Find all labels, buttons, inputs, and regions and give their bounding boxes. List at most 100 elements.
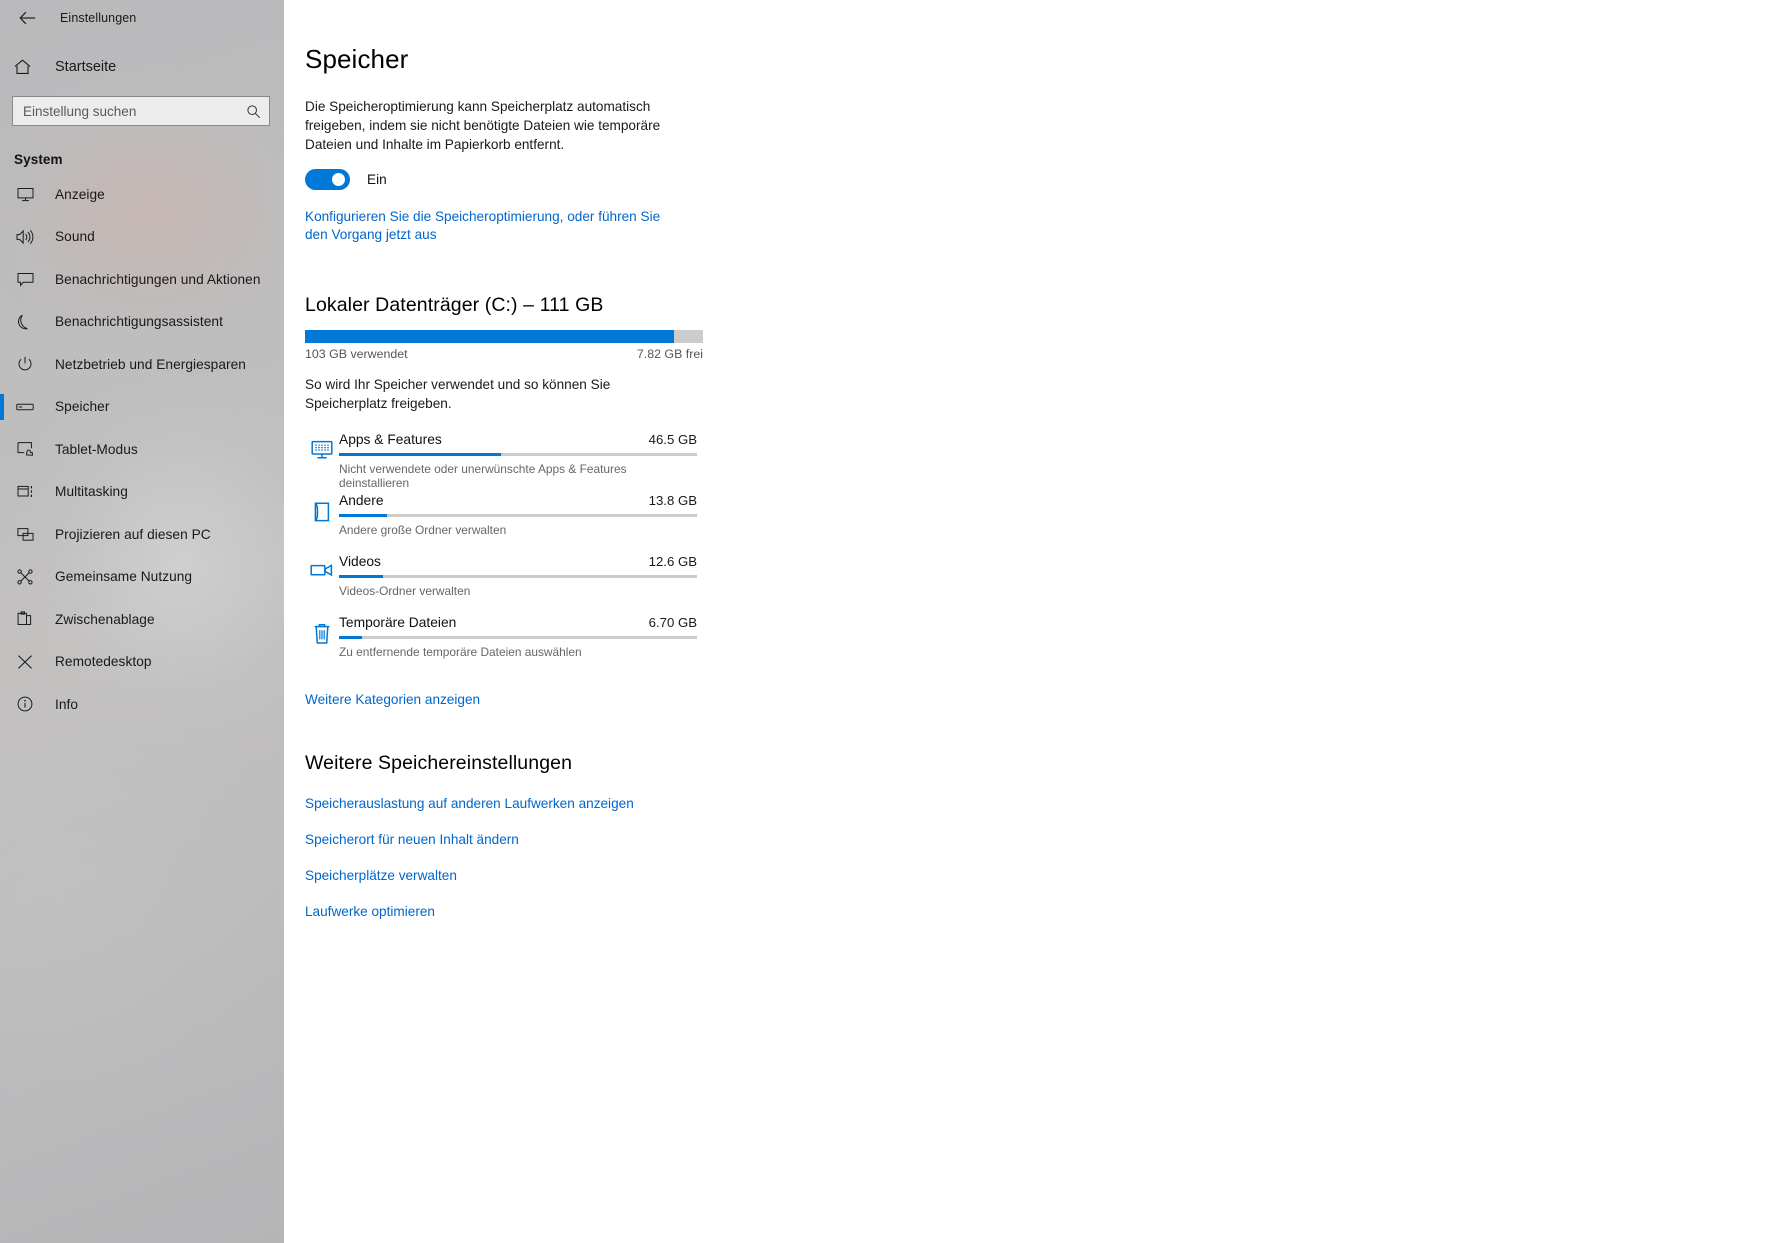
storage-category-row[interactable]: Andere 13.8 GB Andere große Ordner verwa… — [305, 492, 1765, 553]
storage-sense-toggle[interactable] — [305, 168, 350, 190]
sidebar-item-benachrichtigungen[interactable]: Benachrichtigungen und Aktionen — [0, 258, 284, 301]
search-input[interactable] — [23, 103, 245, 119]
storage-category-bar — [339, 575, 697, 579]
power-icon — [14, 356, 36, 372]
sidebar-item-home[interactable]: Startseite — [0, 48, 284, 86]
share-icon — [14, 569, 36, 585]
storage-sense-toggle-row: Ein — [305, 168, 1765, 190]
sidebar-item-zwischenablage-label: Zwischenablage — [55, 611, 155, 627]
sidebar-item-info[interactable]: Info — [0, 683, 284, 726]
storage-category-row[interactable]: Temporäre Dateien 6.70 GB Zu entfernende… — [305, 614, 1765, 675]
storage-category-size: 12.6 GB — [648, 554, 697, 570]
sidebar-item-speicher[interactable]: Speicher — [0, 386, 284, 429]
speaker-icon — [14, 229, 36, 245]
optimize-drives-link[interactable]: Laufwerke optimieren — [305, 903, 1765, 922]
apps-monitor-icon — [305, 431, 339, 460]
change-new-content-location-link[interactable]: Speicherort für neuen Inhalt ändern — [305, 831, 1765, 850]
sidebar-item-projizieren-label: Projizieren auf diesen PC — [55, 526, 211, 542]
sidebar-item-tablet-modus-label: Tablet-Modus — [55, 441, 138, 457]
sidebar-item-benachrichtigungsassistent-label: Benachrichtigungsassistent — [55, 314, 223, 330]
storage-category-bar-fill — [339, 575, 383, 579]
configure-storage-sense-link[interactable]: Konfigurieren Sie die Speicheroptimierun… — [305, 208, 685, 245]
drive-usage-legend: 103 GB verwendet 7.82 GB frei — [305, 347, 703, 361]
folder-icon — [305, 492, 339, 523]
remote-desktop-icon — [14, 654, 36, 670]
back-button[interactable] — [12, 5, 42, 31]
search-icon — [245, 103, 261, 119]
moon-icon — [14, 314, 36, 330]
toggle-knob — [332, 172, 345, 186]
storage-category-subtitle: Videos-Ordner verwalten — [339, 584, 471, 599]
usage-description: So wird Ihr Speicher verwendet und so kö… — [305, 376, 611, 411]
storage-category-body: Apps & Features 46.5 GB Nicht verwendete… — [339, 431, 697, 490]
storage-category-name: Andere — [339, 493, 384, 509]
storage-category-size: 6.70 GB — [648, 615, 697, 631]
video-camera-icon — [305, 553, 339, 578]
back-arrow-icon — [19, 11, 35, 25]
storage-category-body: Andere 13.8 GB Andere große Ordner verwa… — [339, 492, 697, 537]
sidebar-item-multitasking-label: Multitasking — [55, 484, 128, 500]
sidebar-item-sound-label: Sound — [55, 229, 95, 245]
show-more-categories-link[interactable]: Weitere Kategorien anzeigen — [305, 691, 480, 710]
sidebar-item-tablet-modus[interactable]: Tablet-Modus — [0, 428, 284, 471]
sidebar-nav: Anzeige Sound Benachrichtigungen und Akt… — [0, 173, 284, 726]
sidebar-item-benachrichtigungen-label: Benachrichtigungen und Aktionen — [55, 271, 261, 287]
sidebar-item-zwischenablage[interactable]: Zwischenablage — [0, 598, 284, 641]
storage-category-row[interactable]: Apps & Features 46.5 GB Nicht verwendete… — [305, 431, 1765, 492]
multitasking-icon — [14, 484, 36, 499]
storage-category-name: Videos — [339, 554, 381, 570]
sidebar-item-remotedesktop[interactable]: Remotedesktop — [0, 641, 284, 684]
more-settings-title: Weitere Speichereinstellungen — [305, 751, 573, 774]
storage-category-row[interactable]: Videos 12.6 GB Videos-Ordner verwalten — [305, 553, 1765, 614]
sidebar-item-remotedesktop-label: Remotedesktop — [55, 654, 152, 670]
trash-icon — [305, 614, 339, 645]
sidebar-group-header: System — [14, 152, 63, 167]
notification-icon — [14, 272, 36, 287]
drive-title: Lokaler Datenträger (C:) – 111 GB — [305, 293, 604, 316]
app-title: Einstellungen — [60, 11, 137, 25]
monitor-icon — [14, 187, 36, 202]
storage-category-size: 46.5 GB — [648, 432, 697, 448]
drive-usage-bar-fill — [305, 329, 675, 343]
storage-category-bar-fill — [339, 453, 501, 457]
storage-category-subtitle: Andere große Ordner verwalten — [339, 523, 507, 538]
sidebar-item-anzeige-label: Anzeige — [55, 186, 105, 202]
project-screen-icon — [14, 527, 36, 542]
storage-category-bar-fill — [339, 636, 363, 640]
clipboard-icon — [14, 611, 36, 627]
storage-category-bar-fill — [339, 514, 387, 518]
drive-free-label: 7.82 GB frei — [636, 346, 703, 361]
storage-category-subtitle: Zu entfernende temporäre Dateien auswähl… — [339, 645, 582, 660]
sidebar-item-home-label: Startseite — [55, 59, 117, 75]
sidebar-item-anzeige[interactable]: Anzeige — [0, 173, 284, 216]
storage-category-bar — [339, 514, 697, 518]
view-storage-other-drives-link[interactable]: Speicherauslastung auf anderen Laufwerke… — [305, 795, 1765, 814]
drive-used-label: 103 GB verwendet — [305, 346, 408, 361]
sidebar-item-gemeinsame-nutzung-label: Gemeinsame Nutzung — [55, 569, 193, 585]
manage-storage-spaces-link[interactable]: Speicherplätze verwalten — [305, 867, 1765, 886]
show-more-categories-block: Weitere Kategorien anzeigen — [305, 691, 1765, 710]
sidebar: Einstellungen Startseite Einstellung suc… — [0, 0, 284, 1243]
search-box[interactable] — [12, 96, 270, 126]
sidebar-item-info-label: Info — [55, 696, 79, 712]
tablet-icon — [14, 441, 36, 457]
sidebar-item-gemeinsame-nutzung[interactable]: Gemeinsame Nutzung — [0, 556, 284, 599]
storage-sense-description: Die Speicheroptimierung kann Speicherpla… — [305, 99, 661, 153]
info-icon — [14, 696, 36, 712]
sidebar-item-speicher-label: Speicher — [55, 399, 110, 415]
sidebar-item-sound[interactable]: Sound — [0, 216, 284, 259]
storage-category-bar — [339, 636, 697, 640]
sidebar-item-projizieren[interactable]: Projizieren auf diesen PC — [0, 513, 284, 556]
configure-storage-sense-block: Konfigurieren Sie die Speicheroptimierun… — [305, 208, 685, 245]
home-icon — [14, 59, 42, 75]
titlebar: Einstellungen — [0, 2, 284, 34]
drive-icon — [14, 401, 36, 413]
settings-window: Einstellungen Startseite Einstellung suc… — [0, 0, 1765, 1243]
more-settings-links: Speicherauslastung auf anderen Laufwerke… — [305, 795, 1765, 922]
storage-sense-toggle-label: Ein — [367, 171, 387, 187]
sidebar-item-netzbetrieb[interactable]: Netzbetrieb und Energiesparen — [0, 343, 284, 386]
sidebar-item-multitasking[interactable]: Multitasking — [0, 471, 284, 514]
sidebar-item-benachrichtigungsassistent[interactable]: Benachrichtigungsassistent — [0, 301, 284, 344]
storage-category-name: Temporäre Dateien — [339, 615, 457, 631]
storage-category-bar — [339, 453, 697, 457]
